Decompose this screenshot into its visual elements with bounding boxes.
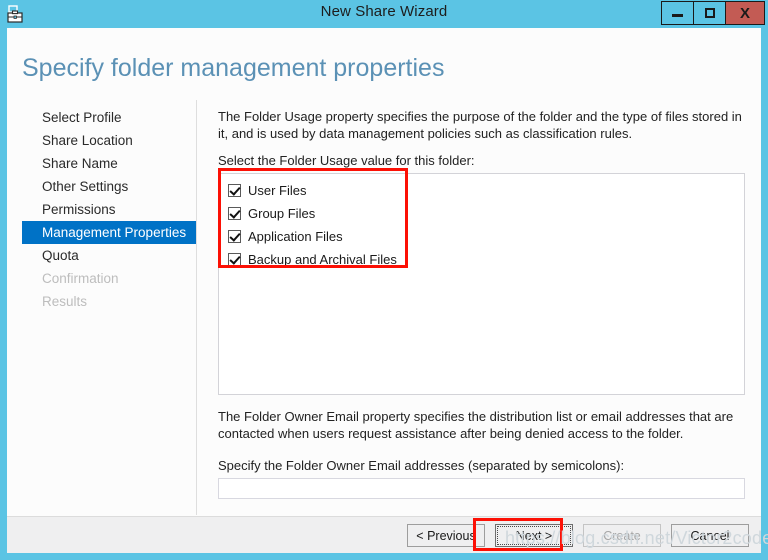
- footer-button-row: < Previous Next > Create Cancel: [397, 524, 749, 547]
- checkbox-application-files[interactable]: [228, 230, 241, 243]
- sidebar-item-results: Results: [42, 294, 88, 309]
- main-content: The Folder Usage property specifies the …: [218, 108, 748, 499]
- sidebar-item-quota[interactable]: Quota: [7, 244, 197, 267]
- sidebar-item-share-location[interactable]: Share Location: [7, 129, 197, 152]
- list-item[interactable]: Backup and Archival Files: [219, 248, 744, 271]
- checkbox-group-files[interactable]: [228, 207, 241, 220]
- owner-email-description: The Folder Owner Email property specifie…: [218, 409, 734, 441]
- previous-button[interactable]: < Previous: [407, 524, 485, 547]
- checkbox-backup-and-archival-files[interactable]: [228, 253, 241, 266]
- list-item-label: Group Files: [248, 206, 316, 221]
- sidebar-item-other-settings[interactable]: Other Settings: [7, 175, 197, 198]
- new-share-wizard-window: New Share Wizard X Specify folder manage…: [0, 0, 768, 560]
- create-button: Create: [583, 524, 661, 547]
- folder-usage-listbox[interactable]: User Files Group Files Application Files…: [218, 173, 745, 395]
- sidebar-item-confirmation: Confirmation: [42, 271, 119, 286]
- wizard-step-nav: Select Profile Share Location Share Name…: [7, 106, 197, 313]
- page-title: Specify folder management properties: [22, 54, 445, 82]
- owner-email-input[interactable]: [218, 478, 745, 499]
- wizard-footer: < Previous Next > Create Cancel: [7, 516, 761, 553]
- next-button[interactable]: Next >: [495, 524, 573, 547]
- title-bar: New Share Wizard X: [0, 0, 768, 28]
- window-title: New Share Wizard: [320, 3, 448, 20]
- minimize-button[interactable]: [661, 1, 694, 25]
- minimize-icon: [672, 14, 683, 17]
- nav-separator: [196, 100, 197, 515]
- list-item-label: User Files: [248, 183, 307, 198]
- list-item[interactable]: User Files: [219, 179, 744, 202]
- list-item-label: Backup and Archival Files: [248, 252, 397, 267]
- sidebar-item-select-profile[interactable]: Select Profile: [7, 106, 197, 129]
- owner-email-label: Specify the Folder Owner Email addresses…: [218, 458, 625, 473]
- window-controls: X: [661, 1, 765, 25]
- maximize-icon: [704, 8, 715, 18]
- client-area: Specify folder management properties Sel…: [7, 28, 761, 553]
- cancel-button[interactable]: Cancel: [671, 524, 749, 547]
- folder-usage-label: Select the Folder Usage value for this f…: [218, 153, 475, 168]
- close-button[interactable]: X: [725, 1, 765, 25]
- maximize-button[interactable]: [693, 1, 726, 25]
- folder-usage-description: The Folder Usage property specifies the …: [218, 109, 742, 141]
- sidebar-item-management-properties[interactable]: Management Properties: [22, 221, 196, 244]
- list-item[interactable]: Application Files: [219, 225, 744, 248]
- list-item[interactable]: Group Files: [219, 202, 744, 225]
- sidebar-item-share-name[interactable]: Share Name: [7, 152, 197, 175]
- checkbox-user-files[interactable]: [228, 184, 241, 197]
- list-item-label: Application Files: [248, 229, 343, 244]
- sidebar-item-permissions[interactable]: Permissions: [7, 198, 197, 221]
